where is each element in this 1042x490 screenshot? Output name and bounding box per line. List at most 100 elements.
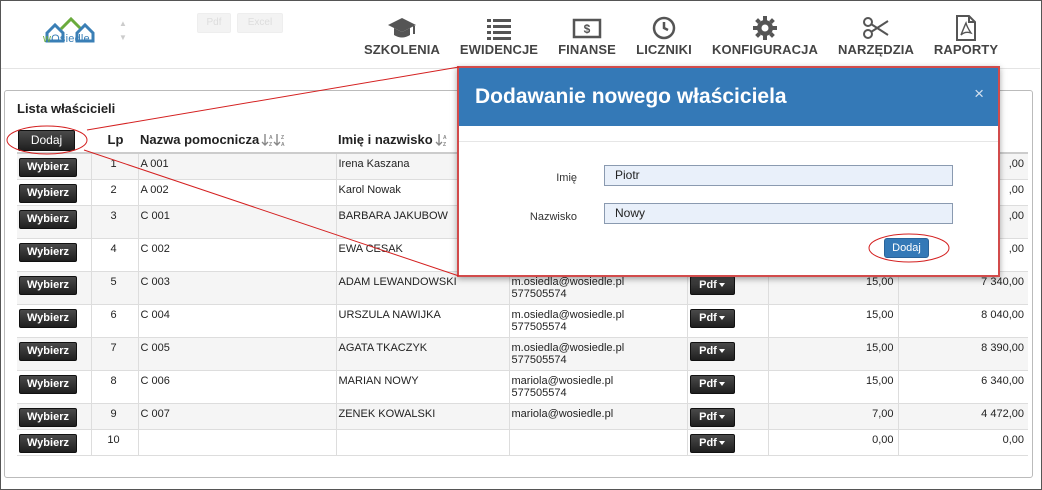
select-owner-button[interactable]: Wybierz bbox=[19, 407, 77, 427]
nav-label: SZKOLENIA bbox=[363, 42, 440, 57]
select-owner-button[interactable]: Wybierz bbox=[19, 275, 77, 295]
select-cell: Wybierz bbox=[17, 205, 91, 239]
nav-ewidencje[interactable]: EWIDENCJE bbox=[459, 1, 539, 69]
nav-label: LICZNIKI bbox=[636, 42, 692, 57]
person-name-cell: AGATA TKACZYK bbox=[335, 337, 509, 371]
excel-export-button[interactable]: Excel bbox=[237, 13, 283, 33]
pdf-cell: Pdf bbox=[686, 304, 768, 338]
sort-icon[interactable]: AZZA bbox=[261, 133, 285, 147]
pdf-label: Pdf bbox=[699, 436, 717, 449]
select-owner-button[interactable]: Wybierz bbox=[19, 341, 77, 361]
table-row: Wybierz 7 C 005 AGATA TKACZYK m.osiedla@wosi… bbox=[17, 337, 1028, 371]
caret-down-icon bbox=[718, 440, 725, 445]
rate-cell: 0,00 bbox=[767, 429, 898, 456]
svg-text:$: $ bbox=[584, 22, 591, 36]
select-cell: Wybierz bbox=[17, 271, 91, 305]
svg-text:Z: Z bbox=[281, 135, 284, 141]
dialog-title: Dodawanie nowego właściciela bbox=[475, 85, 787, 108]
column-header-lp[interactable]: Lp bbox=[91, 127, 138, 154]
email-text: mariola@wosiedle.pl bbox=[511, 407, 614, 420]
pdf-label: Pdf bbox=[699, 377, 717, 390]
helper-name-cell: C 006 bbox=[137, 370, 336, 404]
pdf-label: Pdf bbox=[699, 311, 717, 324]
contact-cell: mariola@wosiedle.pl bbox=[508, 403, 687, 430]
pdf-export-button[interactable]: Pdf bbox=[197, 13, 231, 33]
column-header-name[interactable]: Nazwa pomocnicza A Z Z A bbox=[138, 127, 336, 154]
amount-cell: 4 472,00 bbox=[897, 403, 1028, 430]
close-icon[interactable]: × bbox=[974, 84, 984, 104]
pdf-dropdown-button[interactable]: Pdf bbox=[689, 374, 735, 394]
nav-raporty[interactable]: RAPORTY bbox=[931, 1, 1001, 69]
amount-cell: 8 390,00 bbox=[897, 337, 1028, 371]
add-owner-button[interactable]: Dodaj bbox=[18, 130, 75, 151]
nav-label: KONFIGURACJA bbox=[712, 42, 818, 57]
pdf-dropdown-button[interactable]: Pdf bbox=[689, 433, 735, 453]
select-cell: Wybierz bbox=[17, 403, 91, 430]
graduation-cap-icon bbox=[388, 18, 416, 38]
nav-label: EWIDENCJE bbox=[459, 42, 539, 57]
amount-cell: 0,00 bbox=[897, 429, 1028, 456]
select-cell: Wybierz bbox=[17, 370, 91, 404]
nav-label: NARZĘDZIA bbox=[837, 42, 914, 57]
nav-narzedzia[interactable]: NARZĘDZIA bbox=[835, 1, 917, 69]
table-row: Wybierz 9 C 007 ZENEK KOWALSKI mariola@wosie… bbox=[17, 403, 1028, 430]
list-icon bbox=[487, 19, 511, 40]
helper-name-cell bbox=[137, 429, 336, 456]
select-cell: Wybierz bbox=[17, 337, 91, 371]
pdf-dropdown-button[interactable]: Pdf bbox=[689, 308, 735, 328]
sort-icon[interactable]: AZ bbox=[435, 133, 459, 147]
person-name-cell bbox=[335, 429, 509, 456]
column-header-person-label: Imię i nazwisko bbox=[338, 131, 433, 147]
pdf-cell: Pdf bbox=[686, 370, 768, 404]
first-name-field[interactable]: Piotr bbox=[604, 165, 953, 186]
collapse-arrows-icon: ▲ ▼ bbox=[119, 19, 127, 42]
nav-label: RAPORTY bbox=[933, 42, 999, 57]
amount-cell: 8 040,00 bbox=[897, 304, 1028, 338]
caret-down-icon bbox=[718, 315, 725, 320]
dialog-add-button[interactable]: Dodaj bbox=[884, 238, 929, 258]
pdf-dropdown-button[interactable]: Pdf bbox=[689, 407, 735, 427]
select-cell: Wybierz bbox=[17, 179, 91, 206]
table-row: Wybierz 8 C 006 MARIAN NOWY mariola@wosiedle… bbox=[17, 370, 1028, 404]
helper-name-cell: C 003 bbox=[137, 271, 336, 305]
lp-cell: 7 bbox=[90, 337, 138, 371]
table-row: Wybierz 10 Pdf 0,00 0,00 bbox=[17, 429, 1028, 456]
caret-down-icon bbox=[718, 282, 725, 287]
helper-name-cell: A 001 bbox=[137, 153, 336, 180]
rate-cell: 7,00 bbox=[767, 403, 898, 430]
pdf-cell: Pdf bbox=[686, 403, 768, 430]
lp-cell: 5 bbox=[90, 271, 138, 305]
helper-name-cell: A 002 bbox=[137, 179, 336, 206]
last-name-field[interactable]: Nowy bbox=[604, 203, 953, 224]
contact-cell: m.osiedla@wosiedle.pl 577505574 bbox=[508, 304, 687, 338]
lp-cell: 6 bbox=[90, 304, 138, 338]
select-owner-button[interactable]: Wybierz bbox=[19, 209, 77, 229]
select-owner-button[interactable]: Wybierz bbox=[19, 308, 77, 328]
select-owner-button[interactable]: Wybierz bbox=[19, 374, 77, 394]
svg-text:A: A bbox=[443, 135, 447, 141]
select-owner-button[interactable]: Wybierz bbox=[19, 242, 77, 262]
pdf-dropdown-button[interactable]: Pdf bbox=[689, 341, 735, 361]
email-text: m.osiedla@wosiedle.pl bbox=[511, 341, 625, 354]
svg-text:Z: Z bbox=[443, 142, 446, 147]
nav-konfiguracja[interactable]: KONFIGURACJA bbox=[711, 1, 819, 69]
select-cell: Wybierz bbox=[17, 429, 91, 456]
phone-text: 577505574 bbox=[511, 320, 567, 333]
select-owner-button[interactable]: Wybierz bbox=[19, 183, 77, 203]
nav-szkolenia[interactable]: SZKOLENIA bbox=[363, 1, 441, 69]
person-name-cell: ZENEK KOWALSKI bbox=[335, 403, 509, 430]
contact-cell: m.osiedla@wosiedle.pl 577505574 bbox=[508, 337, 687, 371]
panel-title: Lista właścicieli bbox=[17, 101, 116, 116]
scissors-icon bbox=[863, 17, 889, 39]
select-cell: Wybierz bbox=[17, 238, 91, 272]
rate-cell: 15,00 bbox=[767, 337, 898, 371]
last-name-label: Nazwisko bbox=[529, 211, 577, 223]
dialog-divider bbox=[459, 141, 998, 142]
nav-liczniki[interactable]: LICZNIKI bbox=[633, 1, 695, 69]
pdf-dropdown-button[interactable]: Pdf bbox=[689, 275, 735, 295]
select-owner-button[interactable]: Wybierz bbox=[19, 158, 77, 177]
caret-down-icon bbox=[718, 348, 725, 353]
nav-finanse[interactable]: $ FINANSE bbox=[554, 1, 620, 69]
svg-text:A: A bbox=[269, 135, 273, 141]
select-owner-button[interactable]: Wybierz bbox=[19, 433, 77, 453]
